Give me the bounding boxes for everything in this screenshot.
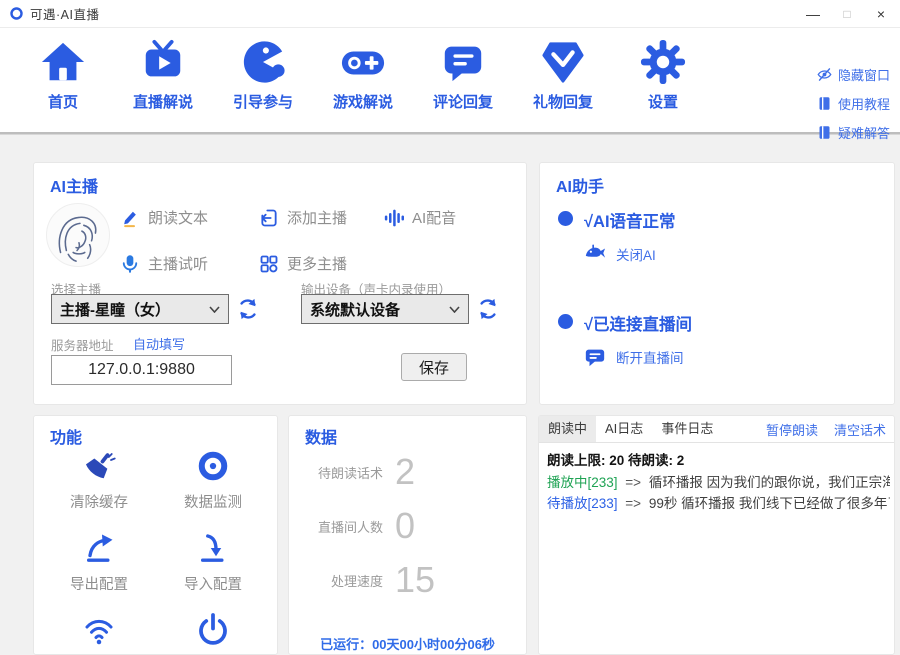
nav-item-game-commentary[interactable]: 游戏解说	[324, 39, 402, 112]
import-icon	[195, 530, 231, 566]
import-config-button[interactable]: 导入配置	[156, 530, 270, 594]
comment-icon	[440, 39, 486, 85]
panel-title-anchor: AI主播	[50, 173, 98, 197]
clear-cache-button[interactable]: 清除缓存	[42, 448, 156, 512]
minimize-button[interactable]: —	[804, 7, 822, 21]
broom-icon	[81, 448, 117, 484]
save-button[interactable]: 保存	[401, 353, 467, 381]
log-line-playing: 播放中[233] => 循环播报 因为我们的跟你说，我们正宗海南妃子笑	[547, 472, 890, 493]
stats-panel: 数据 待朗读话术 2 直播间人数 0 处理速度 15 已运行：00天00小时00…	[288, 415, 527, 655]
grid-icon	[259, 254, 279, 274]
app-logo-icon	[10, 7, 23, 20]
metric-process-speed: 处理速度 15	[301, 562, 435, 598]
autofill-link[interactable]: 自动填写	[133, 334, 185, 353]
tv-play-icon	[140, 39, 186, 85]
gamepad-icon	[340, 39, 386, 85]
window-title: 可遇·AI直播	[30, 4, 99, 23]
nav-item-home[interactable]: 首页	[24, 39, 102, 112]
panel-title-stats: 数据	[305, 424, 337, 448]
status-dot-room	[558, 314, 573, 329]
read-text-button[interactable]: 朗读文本	[120, 207, 208, 228]
close-ai-button[interactable]: 关闭AI	[584, 243, 656, 265]
metric-room-viewers: 直播间人数 0	[301, 508, 415, 544]
home-icon	[40, 39, 86, 85]
pen-icon	[120, 208, 140, 228]
uptime-text: 已运行：00天00小时00分06秒	[289, 634, 526, 653]
ai-assistant-panel: AI助手 √AI语音正常 关闭AI √已连接直播间 断开直播间	[539, 162, 895, 405]
anchor-preview-button[interactable]: 主播试听	[120, 253, 208, 274]
tutorial-link[interactable]: 使用教程	[817, 94, 890, 113]
navbar: 首页 直播解说 引导参与 游戏解说	[0, 28, 900, 134]
tab-ai-log[interactable]: AI日志	[596, 416, 652, 442]
anchor-select[interactable]: 主播-星瞳（女）	[51, 294, 229, 324]
mic-icon	[120, 254, 140, 274]
log-line-pending: 待播放[233] => 99秒 循环播报 我们线下已经做了很多年了，所以说	[547, 493, 890, 514]
nav-item-live-commentary[interactable]: 直播解说	[124, 39, 202, 112]
gift-check-icon	[540, 39, 586, 85]
cloud-sync-button[interactable]: 云同步	[42, 612, 156, 655]
refresh-anchor-icon[interactable]	[237, 298, 259, 320]
nav-item-settings[interactable]: 设置	[624, 39, 702, 112]
more-anchors-button[interactable]: 更多主播	[259, 253, 347, 274]
log-tabs: 朗读中 AI日志 事件日志 暂停朗读 清空话术	[539, 416, 894, 443]
chevron-down-icon	[449, 300, 460, 318]
chat-icon	[584, 346, 606, 368]
output-device-select[interactable]: 系统默认设备	[301, 294, 469, 324]
server-address-input[interactable]	[51, 355, 232, 385]
functions-panel: 功能 清除缓存 数据监测 导出配置	[33, 415, 278, 655]
metric-pending-scripts: 待朗读话术 2	[301, 454, 415, 490]
power-icon	[195, 612, 231, 648]
tab-event-log[interactable]: 事件日志	[652, 416, 722, 442]
nav-item-comment-reply[interactable]: 评论回复	[424, 39, 502, 112]
reading-limit-summary: 朗读上限: 20 待朗读: 2	[547, 449, 890, 469]
monitor-icon	[195, 448, 231, 484]
book-icon	[817, 125, 832, 140]
restart-app-button[interactable]: 重启程序	[156, 612, 270, 655]
wifi-icon	[81, 612, 117, 648]
ai-anchor-panel: AI主播 朗读文本	[33, 162, 527, 405]
export-config-button[interactable]: 导出配置	[42, 530, 156, 594]
ai-dubbing-button[interactable]: AI配音	[384, 207, 456, 228]
add-anchor-button[interactable]: 添加主播	[259, 207, 347, 228]
clear-scripts-link[interactable]: 清空话术	[834, 420, 886, 439]
maximize-button[interactable]: □	[838, 7, 856, 21]
hide-window-link[interactable]: 隐藏窗口	[817, 65, 890, 84]
add-anchor-icon	[259, 208, 279, 228]
disconnect-room-button[interactable]: 断开直播间	[584, 346, 684, 368]
anchor-avatar	[46, 203, 110, 267]
panel-title-functions: 功能	[50, 424, 82, 448]
gear-icon	[640, 39, 686, 85]
waveform-icon	[384, 208, 404, 228]
room-status-text: √已连接直播间	[584, 311, 692, 335]
nav-item-gift-reply[interactable]: 礼物回复	[524, 39, 602, 112]
data-monitor-button[interactable]: 数据监测	[156, 448, 270, 512]
faq-link[interactable]: 疑难解答	[817, 123, 890, 142]
panel-title-assistant: AI助手	[556, 173, 604, 197]
nav-item-guide-participation[interactable]: 引导参与	[224, 39, 302, 112]
export-icon	[81, 530, 117, 566]
close-button[interactable]: ×	[872, 7, 890, 21]
tab-reading[interactable]: 朗读中	[539, 416, 596, 442]
pause-reading-link[interactable]: 暂停朗读	[766, 420, 818, 439]
chevron-down-icon	[209, 300, 220, 318]
titlebar: 可遇·AI直播 — □ ×	[0, 0, 900, 28]
book-icon	[817, 96, 832, 111]
pacman-icon	[240, 39, 286, 85]
status-dot-voice	[558, 211, 573, 226]
refresh-device-icon[interactable]	[477, 298, 499, 320]
app-window: 可遇·AI直播 — □ × 首页 直播解说	[0, 0, 900, 655]
log-panel: 朗读中 AI日志 事件日志 暂停朗读 清空话术 朗读上限: 20 待朗读: 2 …	[538, 415, 895, 655]
voice-status-text: √AI语音正常	[584, 208, 676, 232]
whale-icon	[584, 243, 606, 265]
server-address-label: 服务器地址	[51, 335, 114, 354]
eye-off-icon	[817, 67, 832, 82]
